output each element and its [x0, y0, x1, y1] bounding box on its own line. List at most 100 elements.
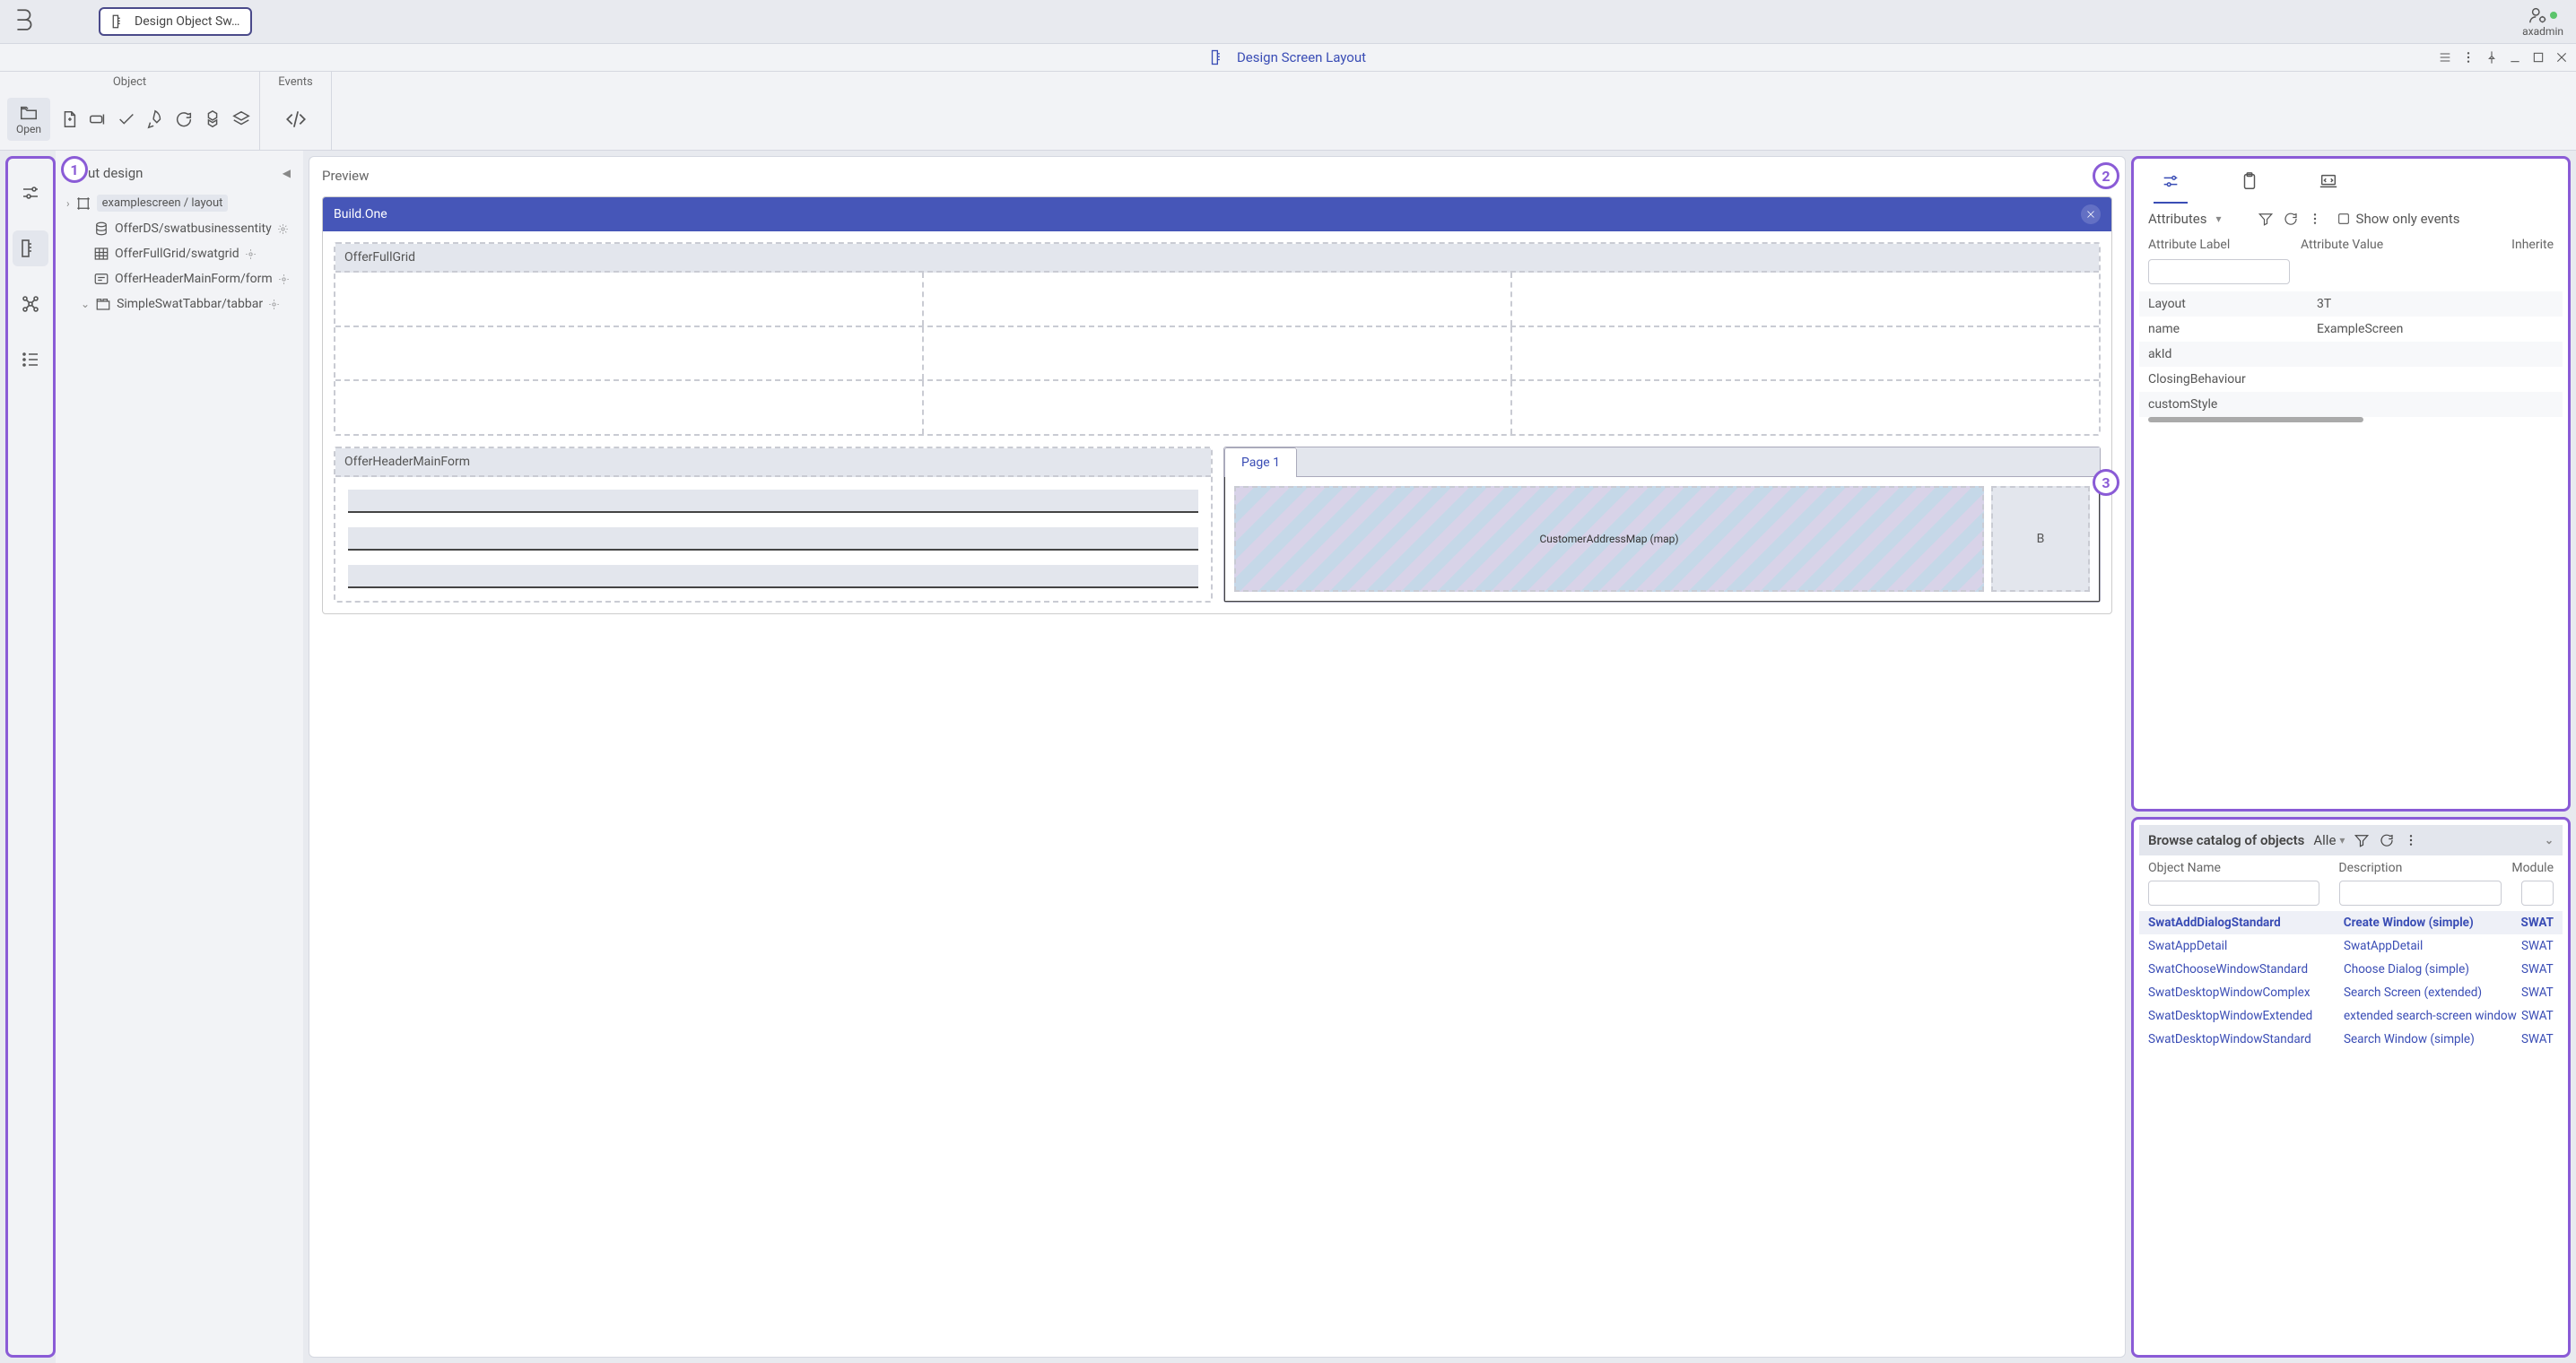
close-icon[interactable]	[2554, 50, 2569, 65]
horizontal-scrollbar[interactable]	[2148, 417, 2363, 422]
database-icon	[93, 221, 109, 237]
clipboard-icon	[2240, 171, 2259, 191]
user-menu[interactable]: axadmin	[2522, 5, 2563, 38]
right-column: Attributes ▾ Show only events Attribute …	[2131, 156, 2571, 1358]
attributes-panel: Attributes ▾ Show only events Attribute …	[2131, 156, 2571, 812]
tree-node[interactable]: ⌄ SimpleSwatTabbar/tabbar	[63, 291, 296, 317]
layers-icon[interactable]	[231, 109, 251, 129]
attribute-row[interactable]: akId	[2139, 342, 2563, 367]
grid-icon	[93, 246, 109, 262]
ruler-icon	[111, 13, 127, 30]
attr-col-value-header: Attribute Value	[2301, 238, 2501, 252]
new-file-icon[interactable]	[59, 109, 79, 129]
catalog-col-name-header: Object Name	[2148, 861, 2338, 875]
preview-map-wireframe: CustomerAddressMap (map)	[1234, 486, 1984, 592]
gear-icon[interactable]	[277, 223, 289, 235]
refresh-icon[interactable]	[174, 109, 194, 129]
gear-icon[interactable]	[278, 273, 290, 285]
show-only-events-checkbox[interactable]: Show only events	[2337, 211, 2460, 227]
preview-title: Preview	[322, 168, 2112, 184]
collapse-icon[interactable]: ◀	[283, 167, 291, 179]
tree-node[interactable]: OfferDS/swatbusinessentity	[63, 216, 296, 241]
status-online-dot	[2550, 12, 2557, 19]
attributes-tab-clipboard[interactable]	[2232, 168, 2267, 204]
rename-icon[interactable]	[88, 109, 108, 129]
rocket-icon[interactable]	[145, 109, 165, 129]
attribute-label-filter[interactable]	[2148, 259, 2290, 284]
attribute-row[interactable]: Layout3T	[2139, 291, 2563, 317]
preview-window: Build.One OfferFullGrid OfferHeaderM	[322, 196, 2112, 614]
catalog-row[interactable]: SwatAppDetailSwatAppDetailSWAT	[2139, 934, 2563, 958]
attributes-tab-sliders[interactable]	[2154, 168, 2188, 204]
filter-icon[interactable]	[2258, 211, 2274, 227]
attribute-row[interactable]: nameExampleScreen	[2139, 317, 2563, 342]
more-vertical-icon[interactable]	[2461, 50, 2476, 65]
refresh-icon[interactable]	[2379, 832, 2395, 848]
gear-icon[interactable]	[245, 248, 257, 260]
annotation-2: 2	[2093, 162, 2119, 189]
preview-tabbar-wireframe: Page 1 CustomerAddressMap (map) B	[1223, 447, 2101, 603]
code-icon[interactable]	[284, 108, 308, 131]
preview-form-field	[348, 527, 1198, 551]
catalog-row[interactable]: SwatDesktopWindowStandardSearch Window (…	[2139, 1028, 2563, 1051]
tree-node[interactable]: OfferHeaderMainForm/form	[63, 266, 296, 291]
maximize-icon[interactable]	[2531, 50, 2546, 65]
attribute-row[interactable]: customStyle	[2139, 392, 2563, 417]
ribbon-toolbar: Object Open Events	[0, 72, 2576, 151]
catalog-row[interactable]: SwatDesktopWindowExtendedextended search…	[2139, 1004, 2563, 1028]
tree-node-label: SimpleSwatTabbar/tabbar	[117, 297, 263, 311]
main-area: 1 ut design ◀ › examplescreen / layout O…	[0, 151, 2576, 1363]
tree-node-label: OfferDS/swatbusinessentity	[115, 221, 272, 236]
check-icon[interactable]	[117, 109, 136, 129]
refresh-icon[interactable]	[2283, 211, 2299, 227]
catalog-row[interactable]: SwatChooseWindowStandardChoose Dialog (s…	[2139, 958, 2563, 981]
open-tab-chip[interactable]: Design Object Sw…	[99, 7, 252, 36]
boxes-icon[interactable]	[203, 109, 222, 129]
attr-col-inherited-header: Inherite	[2511, 238, 2554, 252]
pin-icon[interactable]	[2485, 50, 2499, 65]
annotation-3: 3	[2093, 469, 2119, 496]
catalog-row[interactable]: SwatDesktopWindowComplexSearch Screen (e…	[2139, 981, 2563, 1004]
attributes-tab-code[interactable]	[2311, 168, 2345, 204]
filter-icon[interactable]	[2354, 832, 2370, 848]
catalog-col-module-header: Module	[2511, 861, 2554, 875]
sidebar-item-graph[interactable]	[13, 286, 48, 322]
tree-node[interactable]: OfferFullGrid/swatgrid	[63, 241, 296, 266]
catalog-desc-filter[interactable]	[2339, 881, 2502, 906]
open-button[interactable]: Open	[7, 98, 50, 141]
preview-form-title: OfferHeaderMainForm	[335, 448, 1211, 477]
form-icon	[93, 271, 109, 287]
sliders-icon	[2161, 171, 2180, 191]
username-label: axadmin	[2522, 25, 2563, 38]
catalog-module-filter[interactable]	[2521, 881, 2554, 906]
catalog-list: SwatAddDialogStandardCreate Window (simp…	[2139, 911, 2563, 1051]
more-vertical-icon[interactable]	[2308, 212, 2322, 226]
list-icon[interactable]	[2438, 50, 2452, 65]
sidebar-item-list[interactable]	[13, 342, 48, 378]
chevron-down-icon[interactable]: ⌄	[2545, 834, 2554, 846]
gear-icon[interactable]	[268, 299, 280, 310]
title-bar: Design Screen Layout	[0, 43, 2576, 72]
laptop-code-icon	[2319, 171, 2338, 191]
catalog-filter-dropdown[interactable]: Alle ▾	[2313, 832, 2345, 848]
tabbar-icon	[95, 296, 111, 312]
tree-node-label: OfferFullGrid/swatgrid	[115, 247, 239, 261]
page-title: Design Screen Layout	[1237, 49, 1366, 65]
catalog-name-filter[interactable]	[2148, 881, 2319, 906]
tree-node[interactable]: › examplescreen / layout	[63, 190, 296, 216]
preview-tab[interactable]: Page 1	[1224, 447, 1297, 477]
ruler-icon	[1210, 48, 1228, 66]
attribute-row[interactable]: ClosingBehaviour	[2139, 367, 2563, 392]
graph-icon	[20, 293, 41, 315]
catalog-row[interactable]: SwatAddDialogStandardCreate Window (simp…	[2139, 911, 2563, 934]
more-vertical-icon[interactable]	[2404, 833, 2418, 847]
minimize-icon[interactable]	[2508, 50, 2522, 65]
chevron-down-icon[interactable]: ▾	[2216, 213, 2222, 225]
sidebar-item-layout[interactable]	[13, 230, 48, 266]
attributes-dropdown-label[interactable]: Attributes	[2148, 211, 2207, 227]
sidebar-item-settings[interactable]	[13, 175, 48, 211]
preview-window-title: Build.One	[334, 207, 387, 221]
chevron-right-icon: ›	[66, 197, 70, 210]
preview-close-button[interactable]	[2081, 204, 2101, 224]
ribbon-group-object-label: Object	[7, 75, 252, 89]
